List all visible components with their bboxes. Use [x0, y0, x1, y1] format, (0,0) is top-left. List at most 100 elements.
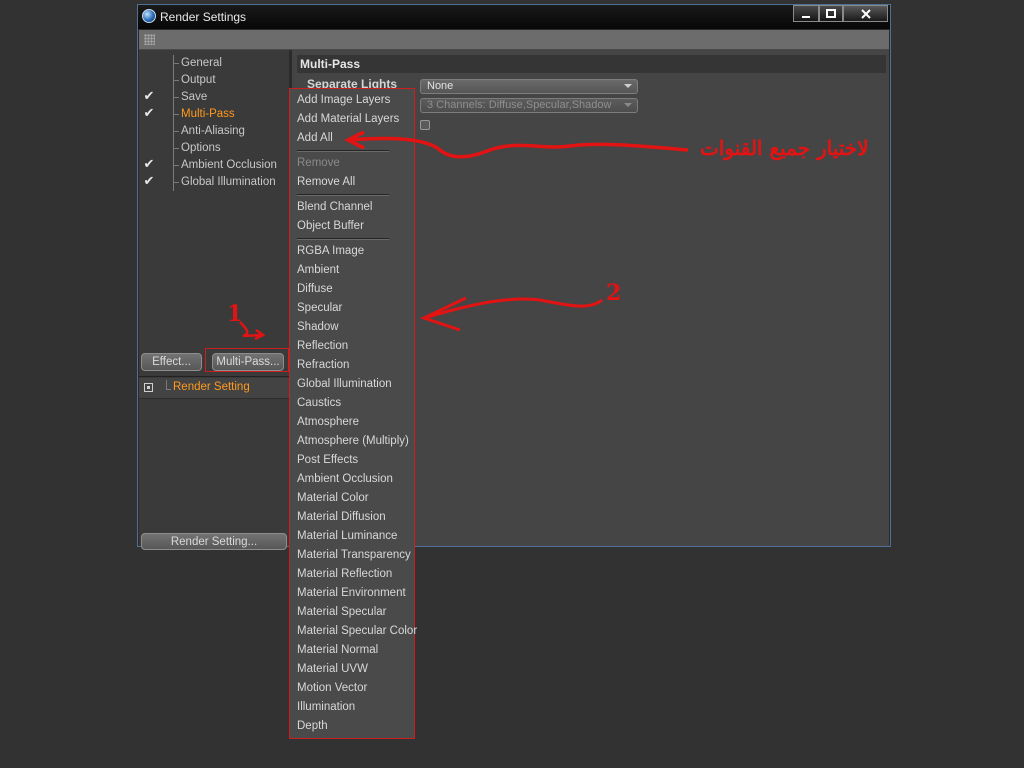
tree-connector — [173, 63, 179, 64]
menu-item-caustics[interactable]: Caustics — [297, 397, 341, 409]
menu-item-refraction[interactable]: Refraction — [297, 359, 349, 371]
menu-item-add-image-layers[interactable]: Add Image Layers — [297, 94, 390, 106]
tree-item-label: Ambient Occlusion — [181, 159, 277, 171]
tree-connector — [173, 114, 179, 115]
checkmark-icon[interactable] — [143, 74, 155, 86]
menu-item-ambient-occlusion[interactable]: Ambient Occlusion — [297, 473, 393, 485]
menu-item-illumination[interactable]: Illumination — [297, 701, 355, 713]
menu-item-material-environment[interactable]: Material Environment — [297, 587, 406, 599]
menu-item-material-diffusion[interactable]: Material Diffusion — [297, 511, 386, 523]
annotation-arabic-note: لاختيار جميع القنوات — [700, 136, 869, 160]
checkmark-icon[interactable] — [143, 57, 155, 69]
tree-item-anti-aliasing[interactable]: Anti-Aliasing — [139, 123, 289, 140]
menu-item-material-specular-color[interactable]: Material Specular Color — [297, 625, 417, 637]
render-setting-item[interactable]: Render Setting — [139, 378, 289, 399]
tree-item-output[interactable]: Output — [139, 72, 289, 89]
menu-item-rgba-image[interactable]: RGBA Image — [297, 245, 364, 257]
cinema4d-logo-icon — [142, 9, 156, 23]
menu-item-object-buffer[interactable]: Object Buffer — [297, 220, 364, 232]
menu-item-material-specular[interactable]: Material Specular — [297, 606, 386, 618]
menu-item-remove-all[interactable]: Remove All — [297, 176, 355, 188]
checkmark-icon[interactable]: ✔ — [143, 107, 155, 120]
grip-handle-icon[interactable] — [144, 34, 155, 45]
tree-connector — [173, 148, 179, 149]
tree-item-multi-pass[interactable]: ✔ Multi-Pass — [139, 106, 289, 123]
option-checkbox[interactable] — [420, 120, 430, 130]
menu-separator — [297, 150, 389, 152]
chevron-down-icon — [624, 84, 632, 88]
minimize-button[interactable] — [793, 5, 819, 22]
menu-item-blend-channel[interactable]: Blend Channel — [297, 201, 372, 213]
menu-item-material-reflection[interactable]: Material Reflection — [297, 568, 392, 580]
maximize-button[interactable] — [819, 5, 843, 22]
render-setting-button[interactable]: Render Setting... — [141, 533, 287, 550]
tree-item-general[interactable]: General — [139, 55, 289, 72]
render-setting-label: Render Setting — [173, 381, 250, 393]
tree-connector — [173, 80, 179, 81]
toolbar — [139, 30, 889, 50]
tree-item-options[interactable]: Options — [139, 140, 289, 157]
tree-connector — [173, 97, 179, 98]
window-title: Render Settings — [160, 10, 247, 24]
render-settings-window: Render Settings General Output ✔ Save ✔ Multi… — [137, 4, 891, 550]
menu-item-add-all[interactable]: Add All — [297, 132, 333, 144]
tree-item-label: Options — [181, 142, 221, 154]
separate-lights-dropdown[interactable]: None — [420, 79, 638, 94]
title-bar[interactable]: Render Settings — [138, 5, 890, 29]
menu-separator — [297, 194, 389, 196]
menu-item-remove: Remove — [297, 157, 340, 169]
tree-item-label: Anti-Aliasing — [181, 125, 245, 137]
menu-item-material-color[interactable]: Material Color — [297, 492, 369, 504]
checkmark-icon[interactable]: ✔ — [143, 158, 155, 171]
section-title: Multi-Pass — [300, 57, 361, 71]
separate-lights-value: None — [427, 80, 454, 92]
menu-item-post-effects[interactable]: Post Effects — [297, 454, 358, 466]
menu-separator — [297, 238, 389, 240]
tree-item-label: Output — [181, 74, 216, 86]
menu-item-global-illumination[interactable]: Global Illumination — [297, 378, 392, 390]
menu-item-material-luminance[interactable]: Material Luminance — [297, 530, 397, 542]
menu-item-atmosphere[interactable]: Atmosphere — [297, 416, 359, 428]
tree-connector — [166, 389, 171, 390]
tree-item-label: Global Illumination — [181, 176, 276, 188]
annotation-marker-2: 2 — [606, 280, 622, 306]
tree-item-save[interactable]: ✔ Save — [139, 89, 289, 106]
checkmark-icon[interactable]: ✔ — [143, 90, 155, 103]
divider — [139, 376, 289, 377]
section-header: Multi-Pass — [297, 55, 886, 73]
chevron-down-icon — [624, 103, 632, 107]
menu-item-material-transparency[interactable]: Material Transparency — [297, 549, 411, 561]
close-button[interactable] — [843, 5, 888, 22]
tree-item-label: General — [181, 57, 222, 69]
menu-item-ambient[interactable]: Ambient — [297, 264, 339, 276]
minimize-icon — [802, 16, 810, 18]
tree-item-global-illumination[interactable]: ✔ Global Illumination — [139, 174, 289, 191]
effect-button[interactable]: Effect... — [141, 353, 202, 371]
expand-icon[interactable] — [144, 383, 153, 392]
checkmark-icon[interactable] — [143, 125, 155, 137]
close-icon — [860, 9, 871, 19]
settings-tree-panel: General Output ✔ Save ✔ Multi-Pass Anti-Aliasi… — [139, 50, 289, 550]
menu-item-material-normal[interactable]: Material Normal — [297, 644, 378, 656]
annotation-marker-1: 1 — [227, 301, 243, 327]
mode-dropdown[interactable]: 3 Channels: Diffuse,Specular,Shadow — [420, 98, 638, 113]
checkmark-icon[interactable] — [143, 142, 155, 154]
menu-item-shadow[interactable]: Shadow — [297, 321, 339, 333]
tree-connector — [173, 165, 179, 166]
menu-item-reflection[interactable]: Reflection — [297, 340, 348, 352]
menu-item-diffuse[interactable]: Diffuse — [297, 283, 333, 295]
tree-connector — [173, 182, 179, 183]
menu-item-specular[interactable]: Specular — [297, 302, 342, 314]
menu-item-atmosphere-multiply[interactable]: Atmosphere (Multiply) — [297, 435, 409, 447]
tree-item-label: Save — [181, 91, 208, 103]
tree-item-ambient-occlusion[interactable]: ✔ Ambient Occlusion — [139, 157, 289, 174]
menu-item-motion-vector[interactable]: Motion Vector — [297, 682, 367, 694]
multipass-add-menu: Add Image Layers Add Material Layers Add A… — [289, 88, 417, 739]
mode-value: 3 Channels: Diffuse,Specular,Shadow — [427, 99, 612, 111]
tree-item-label: Multi-Pass — [181, 108, 235, 120]
annotation-highlight-box — [205, 348, 289, 372]
checkmark-icon[interactable]: ✔ — [143, 175, 155, 188]
menu-item-add-material-layers[interactable]: Add Material Layers — [297, 113, 399, 125]
menu-item-material-uvw[interactable]: Material UVW — [297, 663, 368, 675]
menu-item-depth[interactable]: Depth — [297, 720, 328, 732]
